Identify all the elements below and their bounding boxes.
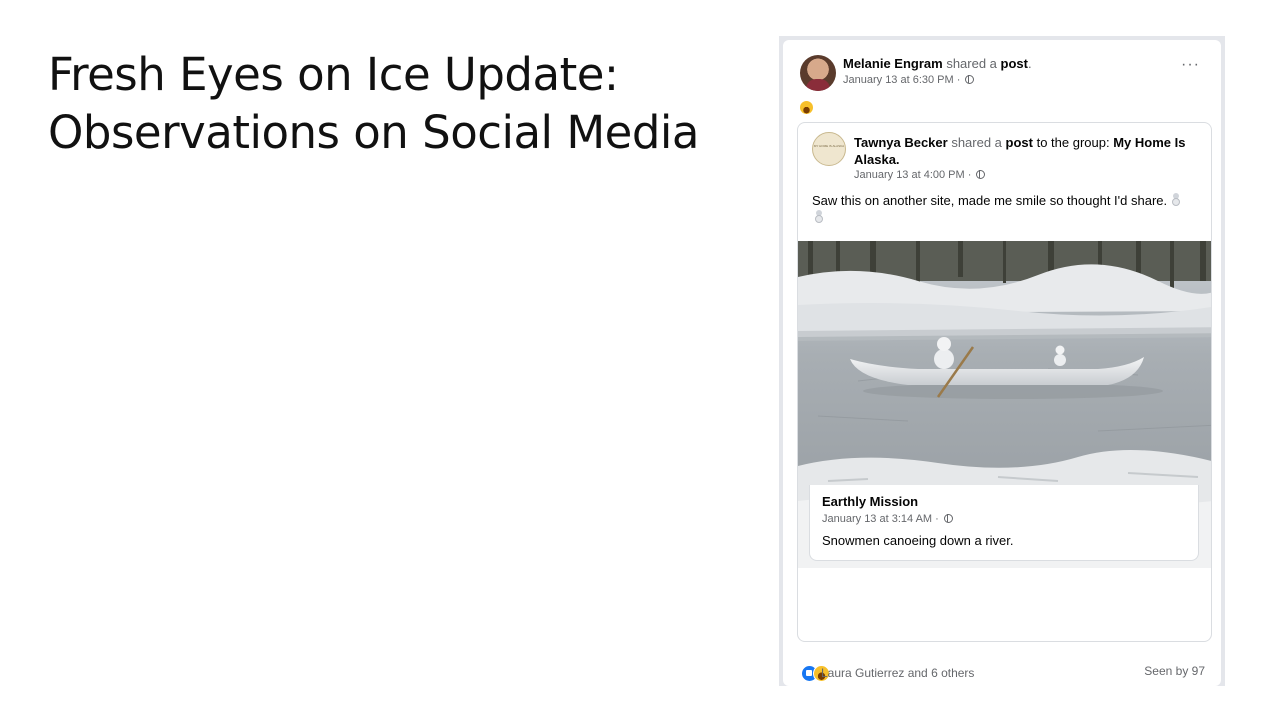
shared-post-link[interactable]: post	[1001, 56, 1028, 71]
shared-post: MY HOME IS ALASKA Tawnya Becker shared a…	[797, 122, 1212, 642]
shared-post-text: Saw this on another site, made me smile …	[812, 192, 1192, 226]
snowman-emoji-icon	[1171, 193, 1181, 207]
shared-action-2: to the group:	[1032, 135, 1114, 150]
poster-name-link[interactable]: Melanie Engram	[843, 56, 943, 71]
shared-post-object-link[interactable]: post	[1006, 135, 1033, 150]
poster-avatar[interactable]	[800, 55, 836, 91]
shared-poster-line: Tawnya Becker shared a post to the group…	[854, 134, 1194, 168]
shared-poster-name-link[interactable]: Tawnya Becker	[854, 135, 948, 150]
globe-icon	[976, 170, 986, 179]
laughing-emoji-icon	[800, 101, 813, 114]
slide-title-line-1: Fresh Eyes on Ice Update:	[48, 48, 619, 101]
original-timestamp-text[interactable]: January 13 at 3:14 AM ·	[822, 513, 942, 525]
globe-icon	[943, 514, 953, 523]
slide-title-line-2: Observations on Social Media	[48, 106, 700, 159]
original-post-text: Snowmen canoeing down a river.	[822, 533, 1014, 548]
post-card: Melanie Engram shared a post. January 13…	[783, 40, 1221, 686]
poster-line: Melanie Engram shared a post.	[843, 56, 1032, 71]
original-page-name-link[interactable]: Earthly Mission	[822, 494, 918, 509]
shared-action-1: shared a	[947, 135, 1006, 150]
facebook-post-screenshot: Melanie Engram shared a post. January 13…	[779, 36, 1225, 686]
original-post-caption[interactable]: Earthly Mission January 13 at 3:14 AM · …	[809, 485, 1199, 561]
shared-post-timestamp[interactable]: January 13 at 4:00 PM ·	[854, 169, 986, 181]
reactions-count-link[interactable]: Laura Gutierrez and 6 others	[821, 666, 974, 680]
post-timestamp[interactable]: January 13 at 6:30 PM ·	[843, 74, 975, 86]
original-post-timestamp[interactable]: January 13 at 3:14 AM ·	[822, 513, 953, 525]
globe-icon	[965, 75, 975, 84]
shared-post-timestamp-text[interactable]: January 13 at 4:00 PM ·	[854, 169, 974, 181]
post-timestamp-text[interactable]: January 13 at 6:30 PM ·	[843, 74, 963, 86]
seen-by-count[interactable]: Seen by 97	[1144, 664, 1205, 678]
more-options-icon[interactable]: ···	[1181, 57, 1200, 73]
slide-title: Fresh Eyes on Ice Update: Observations o…	[48, 46, 700, 162]
group-logo[interactable]: MY HOME IS ALASKA	[812, 132, 846, 166]
poster-action: shared a	[942, 56, 1001, 71]
snowman-emoji-icon	[814, 210, 824, 224]
shared-post-text-body: Saw this on another site, made me smile …	[812, 193, 1168, 208]
poster-suffix: .	[1027, 56, 1032, 71]
